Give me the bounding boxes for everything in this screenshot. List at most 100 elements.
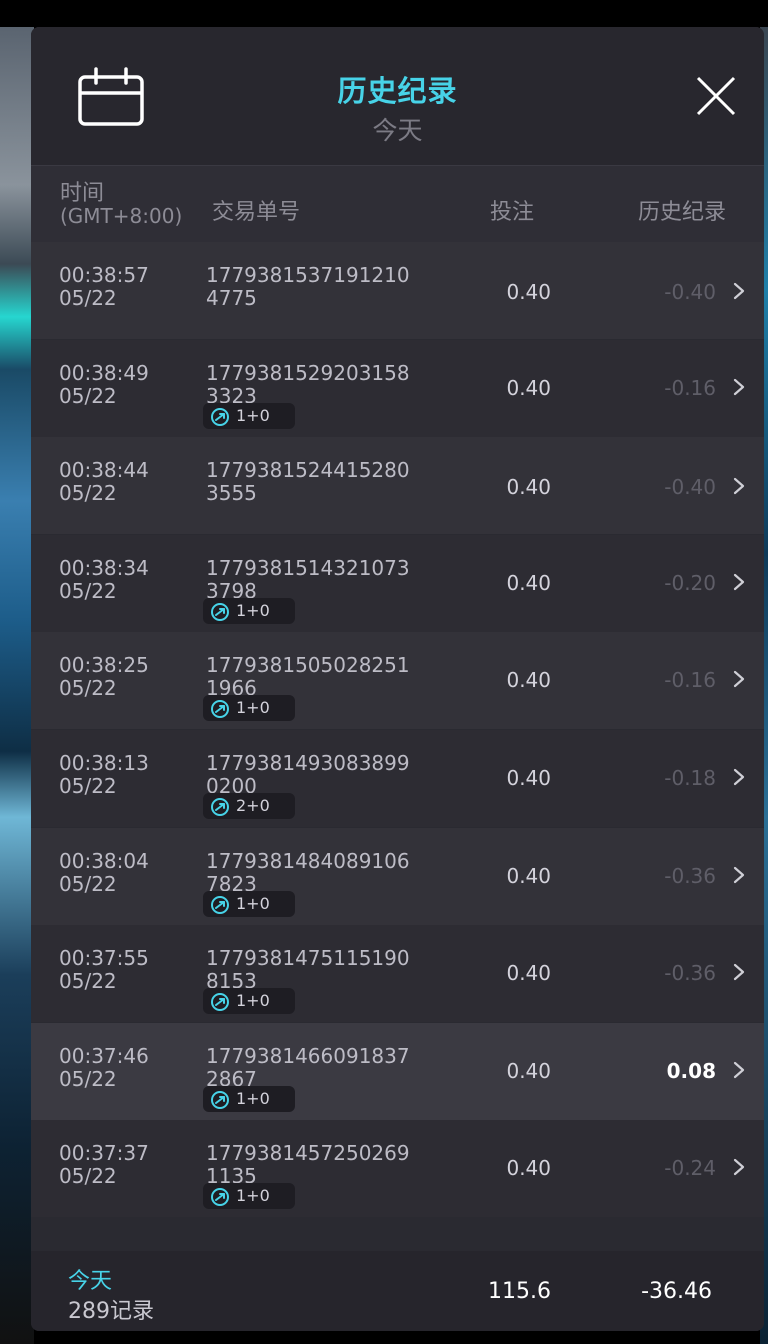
- column-timezone-label: (GMT+8:00): [60, 204, 183, 228]
- row-time: 00:37:37 05/22: [59, 1142, 149, 1188]
- spin-count-icon: [211, 603, 229, 621]
- row-result: -0.18: [664, 766, 716, 790]
- row-result: -0.24: [664, 1156, 716, 1180]
- total-bet: 115.6: [488, 1279, 551, 1304]
- history-panel: 历史纪录 今天 时间 (GMT+8:00) 交易单号 投注 历史纪录 00:38…: [31, 27, 764, 1331]
- row-result: -0.16: [664, 376, 716, 400]
- row-date-value: 05/22: [59, 286, 117, 310]
- background-game-left: [0, 27, 34, 1344]
- badge-text: 1+0: [236, 406, 270, 425]
- panel-header: 历史纪录 今天: [31, 27, 764, 165]
- list-item[interactable]: 00:38:04 05/22 1779381484089106 7823 1+0 0.40…: [31, 828, 764, 925]
- top-black-bar: [0, 0, 768, 27]
- column-order: 交易单号: [212, 200, 301, 225]
- list-item[interactable]: 00:38:25 05/22 1779381505028251 1966 1+0 0.40…: [31, 632, 764, 729]
- table-header: 时间 (GMT+8:00) 交易单号 投注 历史纪录: [31, 166, 764, 242]
- chevron-right-icon[interactable]: [733, 282, 745, 300]
- row-result: -0.20: [664, 571, 716, 595]
- row-bet: 0.40: [506, 475, 551, 499]
- free-spin-badge: 1+0: [203, 1086, 295, 1112]
- row-order-line1: 1779381484089106: [206, 849, 410, 873]
- chevron-right-icon[interactable]: [733, 477, 745, 495]
- list-item[interactable]: 00:38:57 05/22 1779381537191210 4775 0.40 -0.…: [31, 242, 764, 339]
- chevron-right-icon[interactable]: [733, 670, 745, 688]
- row-time-value: 00:38:04: [59, 849, 149, 873]
- row-date-value: 05/22: [59, 1067, 117, 1091]
- chevron-right-icon[interactable]: [733, 378, 745, 396]
- row-bet: 0.40: [506, 280, 551, 304]
- row-bet: 0.40: [506, 571, 551, 595]
- badge-text: 1+0: [236, 894, 270, 913]
- row-bet: 0.40: [506, 1059, 551, 1083]
- row-date-value: 05/22: [59, 774, 117, 798]
- page-title: 历史纪录: [337, 74, 458, 108]
- row-order-line1: 1779381505028251: [206, 653, 410, 677]
- row-date-value: 05/22: [59, 872, 117, 896]
- row-result: -0.36: [664, 864, 716, 888]
- badge-text: 1+0: [236, 1089, 270, 1108]
- row-order-line1: 1779381475115190: [206, 946, 410, 970]
- row-date-value: 05/22: [59, 1164, 117, 1188]
- list-item[interactable]: 00:37:37 05/22 1779381457250269 1135 1+0 0.40…: [31, 1120, 764, 1217]
- row-bet: 0.40: [506, 376, 551, 400]
- list-item[interactable]: 00:37:46 05/22 1779381466091837 2867 1+0 0.40…: [31, 1023, 764, 1120]
- row-order-line2: 3555: [206, 481, 257, 505]
- list-item[interactable]: 00:38:13 05/22 1779381493083899 0200 2+0 0.40…: [31, 730, 764, 827]
- spin-count-icon: [211, 993, 229, 1011]
- row-result: -0.40: [664, 280, 716, 304]
- free-spin-badge: 1+0: [203, 1183, 295, 1209]
- chevron-right-icon[interactable]: [733, 1061, 745, 1079]
- badge-text: 1+0: [236, 601, 270, 620]
- chevron-right-icon[interactable]: [733, 963, 745, 981]
- list-item[interactable]: 00:38:44 05/22 1779381524415280 3555 0.40 -0.…: [31, 437, 764, 534]
- row-order: 1779381529203158 3323: [206, 362, 410, 408]
- free-spin-badge: 1+0: [203, 598, 295, 624]
- list-item[interactable]: 00:38:34 05/22 1779381514321073 3798 1+0 0.40…: [31, 535, 764, 632]
- row-result: 0.08: [666, 1059, 716, 1083]
- row-order-line1: 1779381537191210: [206, 263, 410, 287]
- row-date-value: 05/22: [59, 969, 117, 993]
- column-bet: 投注: [490, 200, 535, 225]
- close-icon[interactable]: [695, 75, 737, 117]
- list-item[interactable]: 00:38:49 05/22 1779381529203158 3323 1+0 0.40…: [31, 340, 764, 437]
- chevron-right-icon[interactable]: [733, 1158, 745, 1176]
- spin-count-icon: [211, 1188, 229, 1206]
- row-order-line1: 1779381457250269: [206, 1141, 410, 1165]
- spin-count-icon: [211, 408, 229, 426]
- row-result: -0.36: [664, 961, 716, 985]
- spin-count-icon: [211, 798, 229, 816]
- row-time-value: 00:38:57: [59, 263, 149, 287]
- row-time: 00:38:57 05/22: [59, 264, 149, 310]
- row-time-value: 00:38:49: [59, 361, 149, 385]
- row-order: 1779381457250269 1135: [206, 1142, 410, 1188]
- row-bet: 0.40: [506, 961, 551, 985]
- row-order: 1779381493083899 0200: [206, 752, 410, 798]
- spin-count-icon: [211, 1091, 229, 1109]
- row-order-line2: 4775: [206, 286, 257, 310]
- row-time-value: 00:37:37: [59, 1141, 149, 1165]
- row-result: -0.16: [664, 668, 716, 692]
- free-spin-badge: 1+0: [203, 695, 295, 721]
- badge-text: 1+0: [236, 991, 270, 1010]
- list-item[interactable]: 00:37:55 05/22 1779381475115190 8153 1+0 0.40…: [31, 925, 764, 1022]
- row-order-line1: 1779381514321073: [206, 556, 410, 580]
- row-order: 1779381514321073 3798: [206, 557, 410, 603]
- row-time: 00:38:49 05/22: [59, 362, 149, 408]
- free-spin-badge: 1+0: [203, 988, 295, 1014]
- row-time: 00:38:25 05/22: [59, 654, 149, 700]
- free-spin-badge: 1+0: [203, 891, 295, 917]
- free-spin-badge: 1+0: [203, 403, 295, 429]
- column-time: 时间 (GMT+8:00): [60, 182, 182, 228]
- date-filter-label[interactable]: 今天: [31, 111, 764, 147]
- row-time: 00:38:44 05/22: [59, 459, 149, 505]
- row-time: 00:37:55 05/22: [59, 947, 149, 993]
- badge-text: 1+0: [236, 1186, 270, 1205]
- row-order: 1779381484089106 7823: [206, 850, 410, 896]
- badge-text: 1+0: [236, 698, 270, 717]
- row-time: 00:38:34 05/22: [59, 557, 149, 603]
- row-bet: 0.40: [506, 766, 551, 790]
- column-time-label: 时间: [60, 181, 105, 206]
- chevron-right-icon[interactable]: [733, 573, 745, 591]
- chevron-right-icon[interactable]: [733, 866, 745, 884]
- chevron-right-icon[interactable]: [733, 768, 745, 786]
